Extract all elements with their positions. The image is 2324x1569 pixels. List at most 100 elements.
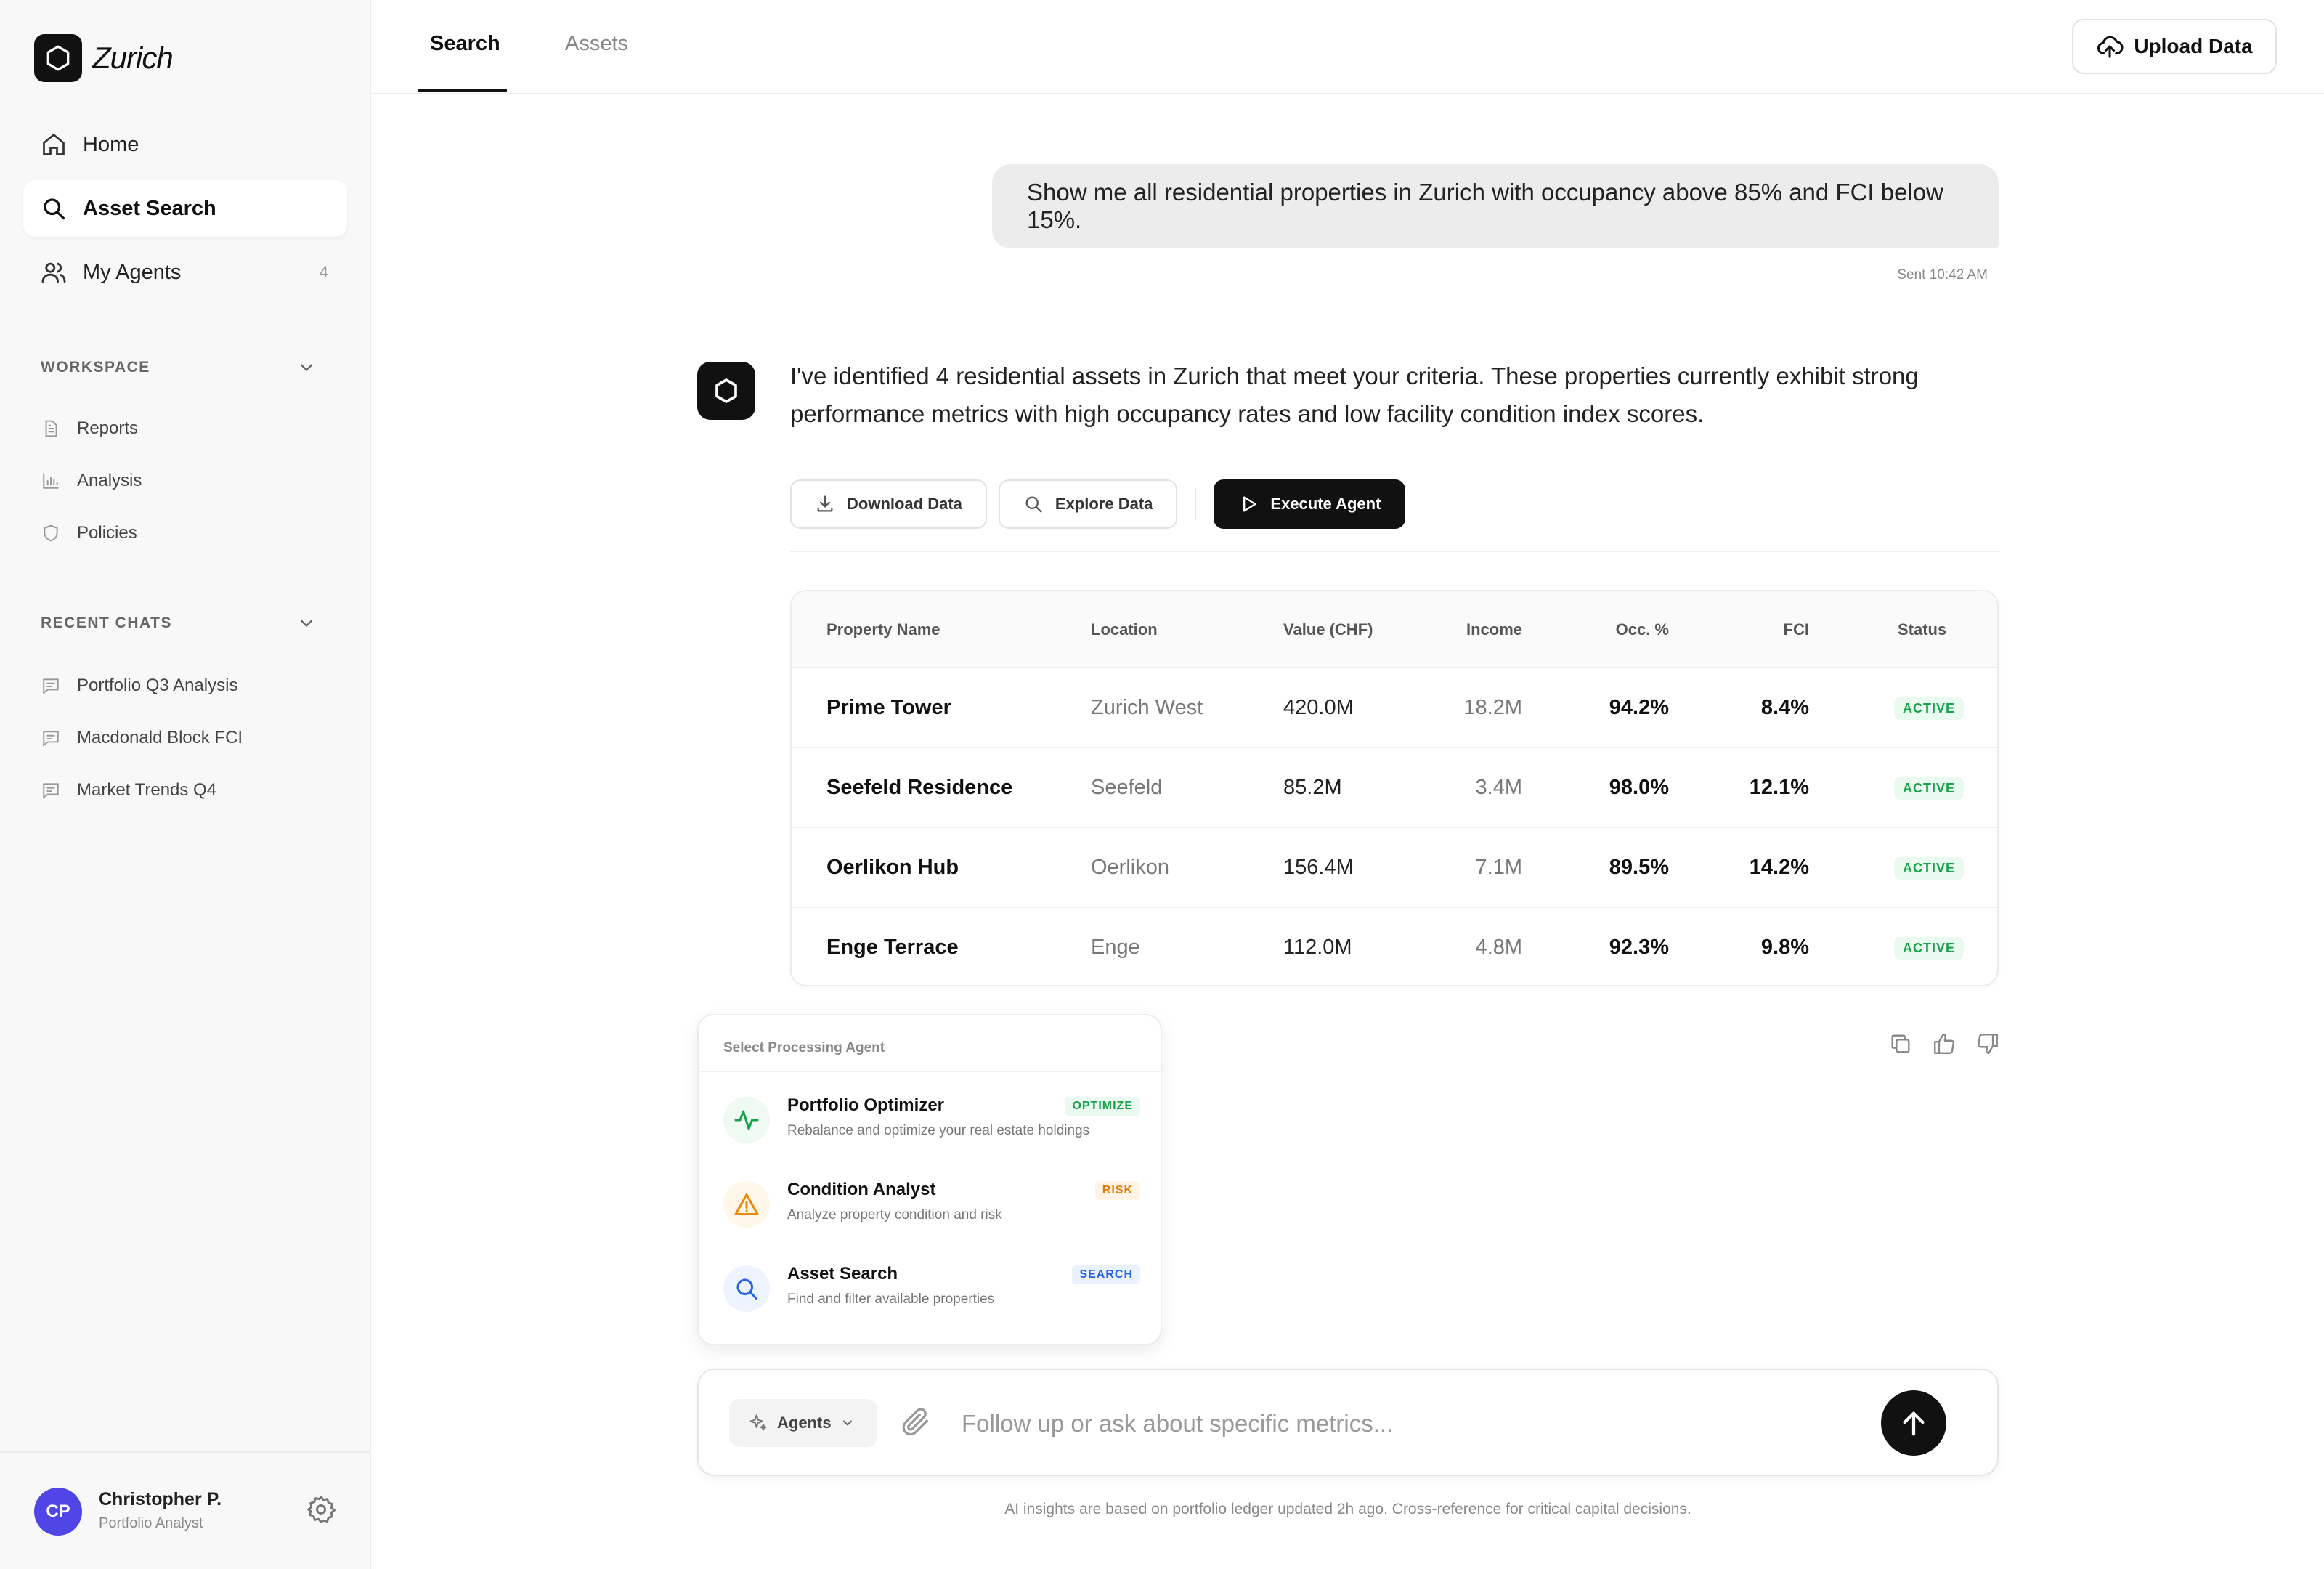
agent-option-portfolio-optimizer[interactable]: Portfolio Optimizer Rebalance and optimi… (723, 1090, 1140, 1155)
recent-chat-item[interactable]: Macdonald Block FCI (41, 728, 243, 748)
recent-chats-section-header[interactable]: RECENT CHATS (41, 613, 317, 633)
location-cell: Enge (1091, 936, 1140, 959)
column-header-income[interactable]: Income (1466, 620, 1522, 639)
message-composer: Agents (697, 1369, 1999, 1476)
arrow-up-icon (1897, 1406, 1930, 1440)
cloud-upload-icon (2096, 33, 2124, 60)
explore-data-button[interactable]: Explore Data (998, 479, 1178, 529)
agent-selector-dropdown: Select Processing Agent Portfolio Optimi… (697, 1014, 1162, 1345)
download-data-button[interactable]: Download Data (790, 479, 987, 529)
nav-item-label: My Agents (83, 260, 182, 284)
column-header-property-name[interactable]: Property Name (826, 620, 940, 639)
results-table: Property Name Location Value (CHF) Incom… (790, 590, 1999, 986)
table-row[interactable]: Oerlikon Hub Oerlikon 156.4M 7.1M 89.5% … (792, 828, 1997, 908)
message-input[interactable] (962, 1402, 1862, 1446)
chevron-down-icon (840, 1416, 855, 1430)
workspace-item-reports[interactable]: Reports (41, 418, 138, 439)
nav-item-home[interactable]: Home (23, 116, 347, 173)
user-profile-bar: CP Christopher P. Portfolio Analyst (0, 1451, 370, 1569)
avatar[interactable]: CP (34, 1488, 82, 1536)
thumbs-up-icon[interactable] (1932, 1031, 1957, 1056)
workspace-item-analysis[interactable]: Analysis (41, 471, 142, 491)
income-cell: 3.4M (1475, 776, 1522, 799)
divider (1195, 488, 1197, 520)
income-cell: 7.1M (1475, 856, 1522, 879)
property-name-cell: Oerlikon Hub (826, 856, 959, 879)
tab-assets[interactable]: Assets (565, 32, 628, 56)
ai-disclaimer: AI insights are based on portfolio ledge… (1004, 1501, 1691, 1517)
tab-search[interactable]: Search (430, 32, 500, 56)
income-cell: 4.8M (1475, 936, 1522, 959)
send-button[interactable] (1881, 1390, 1946, 1456)
agent-tag-badge: RISK (1094, 1181, 1140, 1200)
sidebar: Zurich Home Asset Search My Agents 4 WOR… (0, 0, 371, 1569)
column-header-status[interactable]: Status (1898, 620, 1946, 639)
chevron-down-icon[interactable] (296, 613, 317, 633)
bar-chart-icon (41, 471, 61, 491)
paperclip-icon[interactable] (899, 1405, 933, 1438)
status-badge: ACTIVE (1894, 937, 1965, 960)
recent-chat-item[interactable]: Market Trends Q4 (41, 780, 216, 800)
status-badge: ACTIVE (1894, 857, 1965, 880)
table-header: Property Name Location Value (CHF) Incom… (792, 591, 1997, 668)
fci-cell: 14.2% (1749, 856, 1809, 879)
chat-icon (41, 728, 61, 748)
column-header-location[interactable]: Location (1091, 620, 1158, 639)
thumbs-down-icon[interactable] (1975, 1031, 2000, 1056)
occupancy-cell: 94.2% (1609, 696, 1669, 719)
download-icon (815, 494, 835, 514)
explore-data-label: Explore Data (1055, 495, 1153, 513)
value-cell: 112.0M (1283, 936, 1352, 959)
agents-selector-button[interactable]: Agents (729, 1399, 877, 1447)
assistant-message-text: I've identified 4 residential assets in … (790, 362, 1919, 427)
message-actions: Download Data Explore Data Execute Agent (790, 479, 1417, 529)
location-cell: Seefeld (1091, 776, 1163, 799)
column-header-occupancy[interactable]: Occ. % (1616, 620, 1669, 639)
execute-agent-label: Execute Agent (1270, 495, 1381, 513)
search-icon (39, 194, 68, 223)
fci-cell: 12.1% (1749, 776, 1809, 799)
agent-option-asset-search[interactable]: Asset Search Find and filter available p… (723, 1258, 1140, 1323)
upload-data-button[interactable]: Upload Data (2072, 19, 2277, 74)
recent-chat-item[interactable]: Portfolio Q3 Analysis (41, 676, 237, 696)
agent-name: Portfolio Optimizer (787, 1095, 944, 1115)
table-row[interactable]: Prime Tower Zurich West 420.0M 18.2M 94.… (792, 668, 1997, 748)
property-name-cell: Prime Tower (826, 696, 951, 719)
brand[interactable]: Zurich (34, 34, 174, 82)
users-icon (39, 258, 68, 287)
workspace-section-header[interactable]: WORKSPACE (41, 357, 317, 378)
warning-icon (723, 1181, 770, 1228)
column-header-value[interactable]: Value (CHF) (1283, 620, 1373, 639)
nav-item-asset-search[interactable]: Asset Search (23, 180, 347, 237)
upload-data-label: Upload Data (2134, 35, 2253, 57)
agent-selector-title: Select Processing Agent (723, 1040, 885, 1055)
status-badge: ACTIVE (1894, 777, 1965, 800)
gear-icon[interactable] (305, 1493, 337, 1525)
nav-item-my-agents[interactable]: My Agents 4 (23, 244, 347, 301)
copy-icon[interactable] (1888, 1031, 1913, 1056)
table-row[interactable]: Seefeld Residence Seefeld 85.2M 3.4M 98.… (792, 748, 1997, 828)
home-icon (39, 130, 68, 159)
workspace-item-label: Analysis (77, 471, 142, 490)
activity-icon (723, 1097, 770, 1143)
workspace-item-policies[interactable]: Policies (41, 523, 137, 543)
status-badge: ACTIVE (1894, 697, 1965, 720)
workspace-item-label: Reports (77, 418, 139, 438)
agent-option-condition-analyst[interactable]: Condition Analyst Analyze property condi… (723, 1174, 1140, 1239)
search-icon (1023, 494, 1044, 514)
table-row[interactable]: Enge Terrace Enge 112.0M 4.8M 92.3% 9.8%… (792, 908, 1997, 985)
agent-tag-badge: OPTIMIZE (1065, 1097, 1140, 1116)
occupancy-cell: 89.5% (1609, 856, 1669, 879)
play-icon (1238, 494, 1259, 514)
column-header-fci[interactable]: FCI (1784, 620, 1809, 639)
recent-chat-label: Portfolio Q3 Analysis (77, 676, 238, 695)
recent-chats-section-title: RECENT CHATS (41, 615, 172, 631)
workspace-section-title: WORKSPACE (41, 359, 150, 376)
top-bar: Search Assets Upload Data (371, 0, 2324, 94)
execute-agent-button[interactable]: Execute Agent (1214, 479, 1406, 529)
agent-name: Condition Analyst (787, 1180, 936, 1199)
download-data-label: Download Data (847, 495, 962, 513)
chevron-down-icon[interactable] (296, 357, 317, 378)
location-cell: Oerlikon (1091, 856, 1169, 879)
recent-chat-label: Market Trends Q4 (77, 780, 217, 800)
